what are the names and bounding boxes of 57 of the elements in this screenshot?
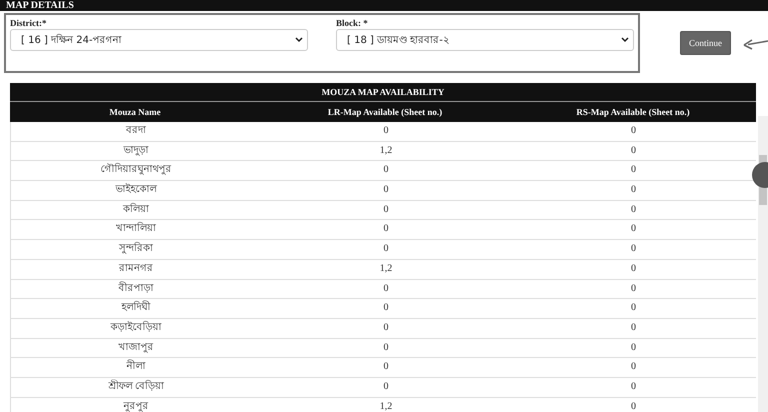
table-cell: খান্দালিয়া	[11, 220, 261, 240]
column-header: Mouza Name	[10, 102, 260, 122]
section-header: MAP DETAILS	[0, 0, 768, 11]
chevron-down-icon	[295, 37, 303, 43]
dropdown-field[interactable]: [ 18 ] ডায়মণ্ড হারবার-২	[336, 29, 634, 51]
field-label: Block: *	[336, 18, 369, 28]
arrow-icon	[742, 38, 768, 50]
column-header: RS-Map Available (Sheet no.)	[510, 102, 756, 122]
table-cell: বীরপাড়া	[11, 280, 261, 300]
column-header: LR-Map Available (Sheet no.)	[260, 102, 510, 122]
table-cell: 1,2	[261, 398, 511, 412]
table-cell: 0	[261, 318, 511, 339]
table-cell: রামনগর	[11, 260, 261, 280]
table-cell: 0	[511, 378, 756, 398]
table-cell: 0	[511, 280, 756, 300]
table-cell: 0	[511, 142, 756, 162]
table-cell: সুন্দরিকা	[11, 240, 261, 260]
table-cell: কড়াইবেড়িয়া	[11, 318, 261, 339]
table-cell: 0	[261, 378, 511, 398]
table-cell: 0	[511, 398, 756, 412]
table-cell: 0	[511, 358, 756, 378]
table-cell: 0	[511, 240, 756, 260]
continue-button[interactable]: Continue	[680, 31, 731, 55]
table-cell: 0	[511, 122, 756, 142]
table-cell: 1,2	[261, 260, 511, 280]
table-cell: 0	[261, 122, 511, 142]
table-cell: 0	[261, 161, 511, 182]
table-cell: 0	[511, 181, 756, 201]
table-cell: 0	[261, 280, 511, 300]
table-cell: 1,2	[261, 142, 511, 162]
table-cell: 0	[511, 318, 756, 339]
table-cell: 0	[261, 299, 511, 319]
table-cell: 0	[261, 181, 511, 201]
table-cell: হলদিঘী	[11, 299, 261, 319]
table-cell: 0	[261, 338, 511, 358]
table-cell: 0	[511, 338, 756, 358]
table-cell: ভাদুড়া	[11, 142, 261, 162]
table-cell: 0	[511, 220, 756, 240]
table-cell: ভাইহকোল	[11, 181, 261, 201]
table-cell: শ্রীফল বেড়িয়া	[11, 378, 261, 398]
table-title: MOUZA MAP AVAILABILITY	[10, 83, 756, 102]
table-cell: 0	[511, 260, 756, 280]
table-cell: খাজাপুর	[11, 338, 261, 358]
table-cell: কলিয়া	[11, 200, 261, 220]
table-cell: গৌদিয়ারঘুনাথপুর	[11, 161, 261, 182]
table-cell: 0	[511, 200, 756, 220]
table-cell: 0	[261, 220, 511, 240]
table-cell: নুরপুর	[11, 398, 261, 412]
table-cell: 0	[261, 358, 511, 378]
table-cell: 0	[511, 299, 756, 319]
field-label: District:*	[10, 18, 48, 28]
table-cell: 0	[261, 200, 511, 220]
table-cell: 0	[261, 240, 511, 260]
table-cell: বরদা	[11, 122, 261, 142]
dropdown-field[interactable]: [ 16 ] দক্ষিন 24-পরগনা	[10, 29, 308, 51]
chevron-down-icon	[621, 37, 629, 43]
table-cell: নীলা	[11, 358, 261, 378]
